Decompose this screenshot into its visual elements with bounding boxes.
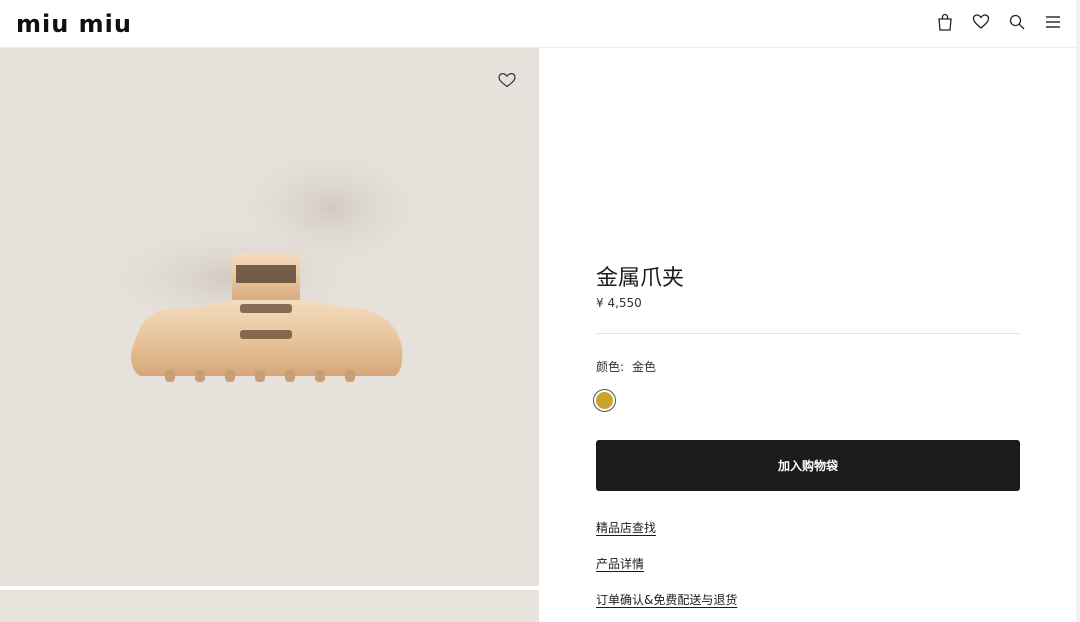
menu-icon[interactable] <box>1044 12 1062 32</box>
color-label: 颜色: <box>596 360 625 374</box>
add-to-bag-button[interactable]: 加入购物袋 <box>596 440 1020 491</box>
hair-clip-illustration <box>80 138 440 382</box>
wishlist-heart-icon[interactable] <box>497 71 517 89</box>
product-image-secondary[interactable] <box>0 590 539 622</box>
product-title: 金属爪夹 <box>596 266 685 291</box>
heart-icon[interactable] <box>972 12 990 32</box>
shopping-bag-icon[interactable] <box>936 12 954 32</box>
color-row: 颜色: 金色 <box>596 358 656 375</box>
order-shipping-returns-link[interactable]: 订单确认&免费配送与退货 <box>596 591 737 608</box>
color-value: 金色 <box>632 360 657 374</box>
divider <box>596 333 1020 334</box>
product-details-link[interactable]: 产品详情 <box>596 555 644 572</box>
scrollbar[interactable] <box>1076 0 1080 622</box>
swatch-fill <box>596 392 613 409</box>
store-finder-link[interactable]: 精品店查找 <box>596 519 656 536</box>
search-icon[interactable] <box>1008 12 1026 32</box>
brand-logo[interactable]: miu miu <box>16 10 132 38</box>
product-price: ¥ 4,550 <box>596 296 642 310</box>
product-image[interactable] <box>0 48 539 586</box>
header-icons <box>936 12 1062 32</box>
color-swatch-gold[interactable] <box>593 389 616 412</box>
site-header: miu miu <box>0 0 1080 48</box>
